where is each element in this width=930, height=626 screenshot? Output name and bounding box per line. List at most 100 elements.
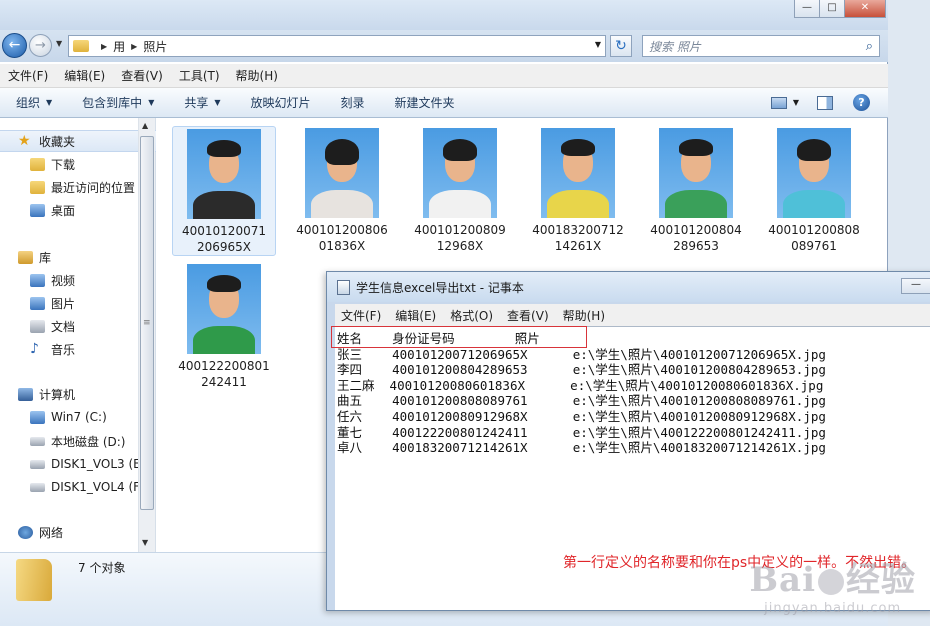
nav-desktop[interactable]: 桌面 bbox=[30, 202, 75, 219]
scroll-down-icon[interactable]: ▼ bbox=[142, 538, 148, 547]
search-icon[interactable]: ⌕ bbox=[866, 39, 873, 54]
chevron-down-icon[interactable]: ▼ bbox=[793, 98, 799, 107]
file-tile[interactable]: 40010120080601836X bbox=[290, 126, 394, 256]
photo-hair bbox=[325, 139, 359, 165]
nav-favorites[interactable]: ★ 收藏夹 bbox=[0, 130, 156, 152]
menu-view[interactable]: 查看(V) bbox=[121, 67, 163, 84]
include-library-button[interactable]: 包含到库中 ▼ bbox=[82, 94, 154, 111]
computer-icon bbox=[18, 388, 33, 401]
chevron-down-icon[interactable]: ▼ bbox=[595, 40, 601, 49]
file-tile[interactable]: 400101200804289653 bbox=[644, 126, 748, 256]
notepad-menubar: 文件(F) 编辑(E) 格式(O) 查看(V) 帮助(H) bbox=[335, 304, 930, 326]
windows-drive-icon bbox=[30, 410, 45, 424]
nav-label: 本地磁盘 (D:) bbox=[51, 435, 126, 449]
minimize-button[interactable]: — bbox=[794, 0, 820, 18]
notepad-minimize-button[interactable]: — bbox=[901, 278, 930, 294]
chevron-right-icon[interactable]: ▶ bbox=[101, 42, 107, 51]
nav-videos[interactable]: 视频 bbox=[30, 272, 75, 289]
nav-computer[interactable]: 计算机 bbox=[18, 386, 75, 403]
search-placeholder: 搜索 照片 bbox=[649, 39, 701, 54]
file-name: 400122200801242411 bbox=[178, 359, 270, 389]
text-line: 李四 400101200804289653 e:\学生\照片\400101200… bbox=[337, 362, 826, 378]
nav-downloads[interactable]: 下载 bbox=[30, 156, 75, 173]
nav-label: DISK1_VOL4 (F: bbox=[51, 480, 144, 494]
np-menu-file[interactable]: 文件(F) bbox=[341, 307, 381, 324]
music-note-icon: ♪ bbox=[30, 341, 39, 357]
nav-drive-f[interactable]: DISK1_VOL4 (F: bbox=[30, 480, 143, 494]
nav-label: 库 bbox=[39, 251, 52, 265]
nav-recent[interactable]: 最近访问的位置 bbox=[30, 179, 135, 196]
nav-label: 视频 bbox=[51, 274, 76, 288]
nav-pictures[interactable]: 图片 bbox=[30, 295, 75, 312]
share-button[interactable]: 共享 ▼ bbox=[184, 94, 220, 111]
baidu-watermark: Bai 经验 jingyan.baidu.com bbox=[749, 552, 916, 616]
breadcrumb-item[interactable]: 用 bbox=[113, 38, 125, 55]
help-icon[interactable]: ? bbox=[853, 94, 870, 111]
share-label: 共享 bbox=[184, 96, 209, 110]
file-tile[interactable]: 400101200808089761 bbox=[762, 126, 866, 256]
menu-file[interactable]: 文件(F) bbox=[8, 67, 48, 84]
np-menu-view[interactable]: 查看(V) bbox=[507, 307, 549, 324]
address-row: ← → ▼ ▶ 用 ▶ 照片 ▼ ↻ 搜索 照片 ⌕ bbox=[0, 30, 888, 62]
navigation-pane: ★ 收藏夹 下载 最近访问的位置 桌面 库 视频 图片 文档 ♪ 音乐 计算机 Wi… bbox=[0, 118, 156, 552]
item-count: 7 个对象 bbox=[78, 561, 126, 575]
nav-label: 最近访问的位置 bbox=[51, 181, 136, 195]
slideshow-button[interactable]: 放映幻灯片 bbox=[251, 94, 311, 111]
nav-drive-c[interactable]: Win7 (C:) bbox=[30, 410, 107, 424]
preview-pane-icon[interactable] bbox=[817, 95, 833, 110]
nav-music[interactable]: ♪ 音乐 bbox=[30, 341, 75, 358]
file-name: 400101200804289653 bbox=[650, 223, 742, 253]
chevron-down-icon: ▼ bbox=[214, 98, 221, 107]
photo-shirt bbox=[783, 190, 845, 218]
view-mode-icon[interactable] bbox=[770, 96, 787, 109]
np-menu-edit[interactable]: 编辑(E) bbox=[395, 307, 436, 324]
maximize-button[interactable]: □ bbox=[819, 0, 845, 18]
photo-shirt bbox=[547, 190, 609, 218]
nav-network[interactable]: 网络 bbox=[18, 524, 63, 541]
menu-edit[interactable]: 编辑(E) bbox=[64, 67, 105, 84]
photo-hair bbox=[207, 140, 241, 157]
address-bar[interactable]: ▶ 用 ▶ 照片 ▼ bbox=[68, 35, 606, 57]
network-icon bbox=[18, 526, 33, 539]
forward-button[interactable]: → bbox=[29, 34, 52, 57]
explorer-title-bar: — □ ✕ bbox=[0, 0, 888, 30]
notepad-title-bar[interactable]: 学生信息excel导出txt - 记事本 — bbox=[327, 272, 930, 302]
file-tile[interactable]: 40018320071214261X bbox=[526, 126, 630, 256]
history-dropdown[interactable]: ▼ bbox=[56, 39, 62, 48]
drive-icon bbox=[30, 437, 45, 446]
close-button[interactable]: ✕ bbox=[844, 0, 886, 18]
scroll-up-icon[interactable]: ▲ bbox=[142, 121, 148, 130]
photo-thumbnail bbox=[541, 128, 615, 218]
nav-documents[interactable]: 文档 bbox=[30, 318, 75, 335]
nav-label: 下载 bbox=[51, 158, 76, 172]
refresh-button[interactable]: ↻ bbox=[610, 35, 632, 57]
breadcrumb-item[interactable]: 照片 bbox=[143, 38, 167, 55]
document-icon bbox=[30, 320, 45, 333]
file-tile[interactable]: 40010120080912968X bbox=[408, 126, 512, 256]
menu-help[interactable]: 帮助(H) bbox=[236, 67, 278, 84]
organize-button[interactable]: 组织 ▼ bbox=[16, 94, 52, 111]
np-menu-format[interactable]: 格式(O) bbox=[450, 307, 493, 324]
nav-scrollbar[interactable]: ▲ ≡ ▼ bbox=[138, 118, 155, 552]
nav-drive-d[interactable]: 本地磁盘 (D:) bbox=[30, 433, 125, 450]
chevron-right-icon[interactable]: ▶ bbox=[131, 42, 137, 51]
back-button[interactable]: ← bbox=[2, 33, 27, 58]
menu-tools[interactable]: 工具(T) bbox=[179, 67, 220, 84]
star-icon: ★ bbox=[18, 132, 31, 149]
file-tile[interactable]: 400122200801242411 bbox=[172, 262, 276, 392]
new-folder-button[interactable]: 新建文件夹 bbox=[395, 94, 455, 111]
text-line: 卓八 40018320071214261X e:\学生\照片\400183200… bbox=[337, 440, 826, 456]
nav-libraries[interactable]: 库 bbox=[18, 249, 51, 266]
photo-shirt bbox=[665, 190, 727, 218]
photo-hair bbox=[561, 139, 595, 156]
watermark-text: Bai bbox=[749, 560, 816, 600]
search-input[interactable]: 搜索 照片 ⌕ bbox=[642, 35, 880, 57]
file-tile[interactable]: 40010120071206965X bbox=[172, 126, 276, 256]
picture-icon bbox=[30, 297, 45, 310]
library-icon bbox=[18, 251, 33, 264]
burn-button[interactable]: 刻录 bbox=[341, 94, 365, 111]
np-menu-help[interactable]: 帮助(H) bbox=[563, 307, 605, 324]
paw-logo-icon bbox=[818, 569, 844, 595]
text-line: 董七 400122200801242411 e:\学生\照片\400122200… bbox=[337, 424, 826, 440]
nav-drive-e[interactable]: DISK1_VOL3 (E: bbox=[30, 457, 145, 471]
